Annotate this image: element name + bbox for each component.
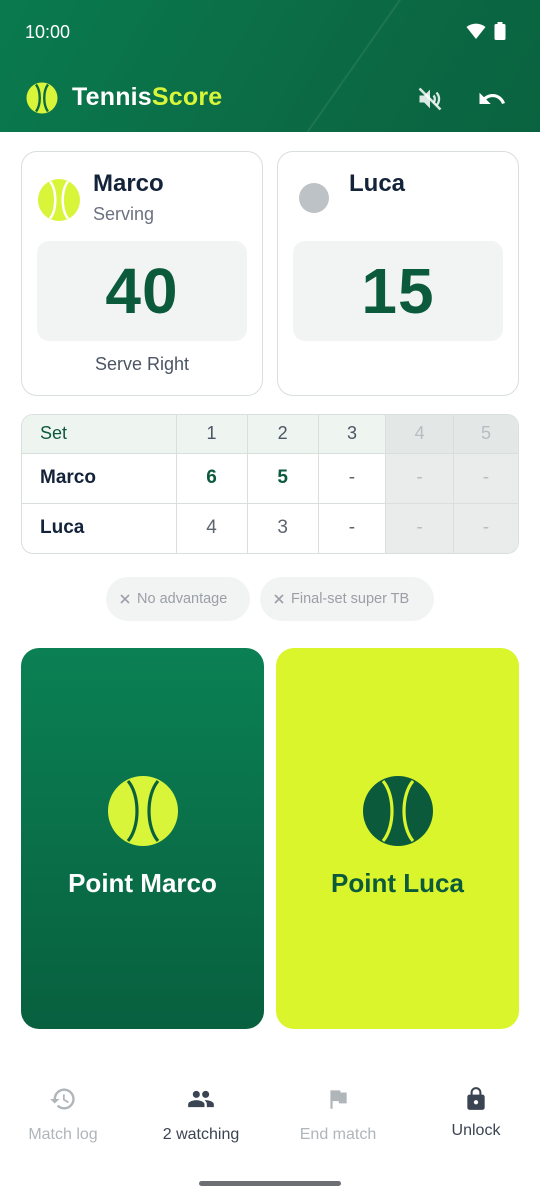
undo-button[interactable] (475, 82, 509, 116)
point-marco-button[interactable]: Point Marco (21, 648, 264, 1029)
serving-status: Serving (93, 204, 155, 224)
people-icon (188, 1090, 214, 1108)
tennis-ball-icon (108, 776, 178, 846)
game-score-box: 40 (37, 241, 247, 341)
sets-header-row: Set 1 2 3 4 5 (22, 415, 518, 454)
set-score-cell: - (452, 452, 518, 504)
app-title: TennisScore (72, 83, 222, 112)
serve-side: Serve Right (94, 354, 190, 374)
end-match-button[interactable]: End match (273, 1084, 403, 1144)
sets-scoreboard: Set 1 2 3 4 5 Marco 6 5 - - - Luca 4 3 -… (21, 414, 519, 554)
match-log-button[interactable]: Match log (0, 1084, 128, 1144)
close-icon (120, 594, 130, 604)
table-row: Luca 4 3 - - - (22, 502, 518, 553)
bottom-nav: Match log 2 watching End match Unlock (0, 1070, 540, 1170)
set-header-label: Set (22, 415, 177, 454)
app-title-part1: Tennis (72, 83, 152, 111)
lock-icon (467, 1087, 485, 1110)
game-score: 15 (361, 255, 435, 327)
battery-icon (494, 22, 506, 40)
player-name: Marco (93, 170, 164, 197)
set-score-cell: - (385, 452, 454, 504)
tennis-ball-logo-icon (26, 82, 58, 114)
set-score-cell: - (452, 502, 518, 553)
wifi-icon (466, 23, 486, 39)
set-header-1: 1 (175, 415, 248, 454)
point-button-label: Point Luca (331, 868, 464, 898)
status-time: 10:00 (25, 22, 71, 42)
app-title-part2: Score (151, 83, 223, 111)
point-luca-button[interactable]: Point Luca (276, 648, 519, 1029)
status-bar: 10:00 (0, 0, 540, 66)
nav-label: 2 watching (162, 1126, 240, 1143)
mute-button[interactable] (413, 82, 447, 116)
home-indicator[interactable] (199, 1181, 341, 1186)
undo-icon (479, 92, 505, 104)
nav-label: Match log (28, 1126, 98, 1143)
set-score-cell: 5 (246, 452, 319, 504)
set-header-5: 5 (452, 415, 518, 454)
game-score: 40 (105, 255, 179, 327)
tennis-ball-icon (363, 776, 433, 846)
close-icon (274, 594, 284, 604)
point-button-label: Point Marco (68, 868, 217, 898)
rule-chip-no-advantage: No advantage (106, 577, 250, 621)
table-row: Marco 6 5 - - - (22, 452, 518, 504)
nav-label: Unlock (451, 1122, 501, 1139)
player-card-marco: Marco Serving 40 Serve Right (21, 151, 263, 396)
set-header-2: 2 (246, 415, 319, 454)
player-card-luca: Luca 15 (277, 151, 519, 396)
history-icon (50, 1088, 75, 1110)
serving-ball-icon (38, 179, 80, 221)
status-icons (466, 22, 506, 40)
rule-chip-label: Final-set super TB (291, 591, 410, 607)
set-score-cell: 3 (246, 502, 319, 553)
player-name: Luca (349, 170, 406, 197)
inactive-serve-indicator (299, 183, 329, 213)
set-header-3: 3 (317, 415, 387, 454)
header-area: 10:00 TennisScore (0, 0, 540, 132)
watching-button[interactable]: 2 watching (136, 1084, 266, 1144)
set-score-cell: 6 (175, 452, 248, 504)
row-player-name: Luca (22, 502, 177, 553)
set-header-4: 4 (385, 415, 454, 454)
unlock-button[interactable]: Unlock (411, 1084, 540, 1140)
set-score-cell: - (317, 452, 387, 504)
app-bar: TennisScore (0, 66, 540, 132)
set-score-cell: 4 (175, 502, 248, 553)
set-score-cell: - (385, 502, 454, 553)
volume-off-icon (418, 87, 442, 111)
flag-icon (330, 1090, 347, 1109)
game-score-box: 15 (293, 241, 503, 341)
rule-chip-final-set-super-tb: Final-set super TB (260, 577, 434, 621)
row-player-name: Marco (22, 452, 177, 504)
set-score-cell: - (317, 502, 387, 553)
nav-label: End match (299, 1126, 377, 1143)
rule-chip-label: No advantage (137, 591, 228, 607)
